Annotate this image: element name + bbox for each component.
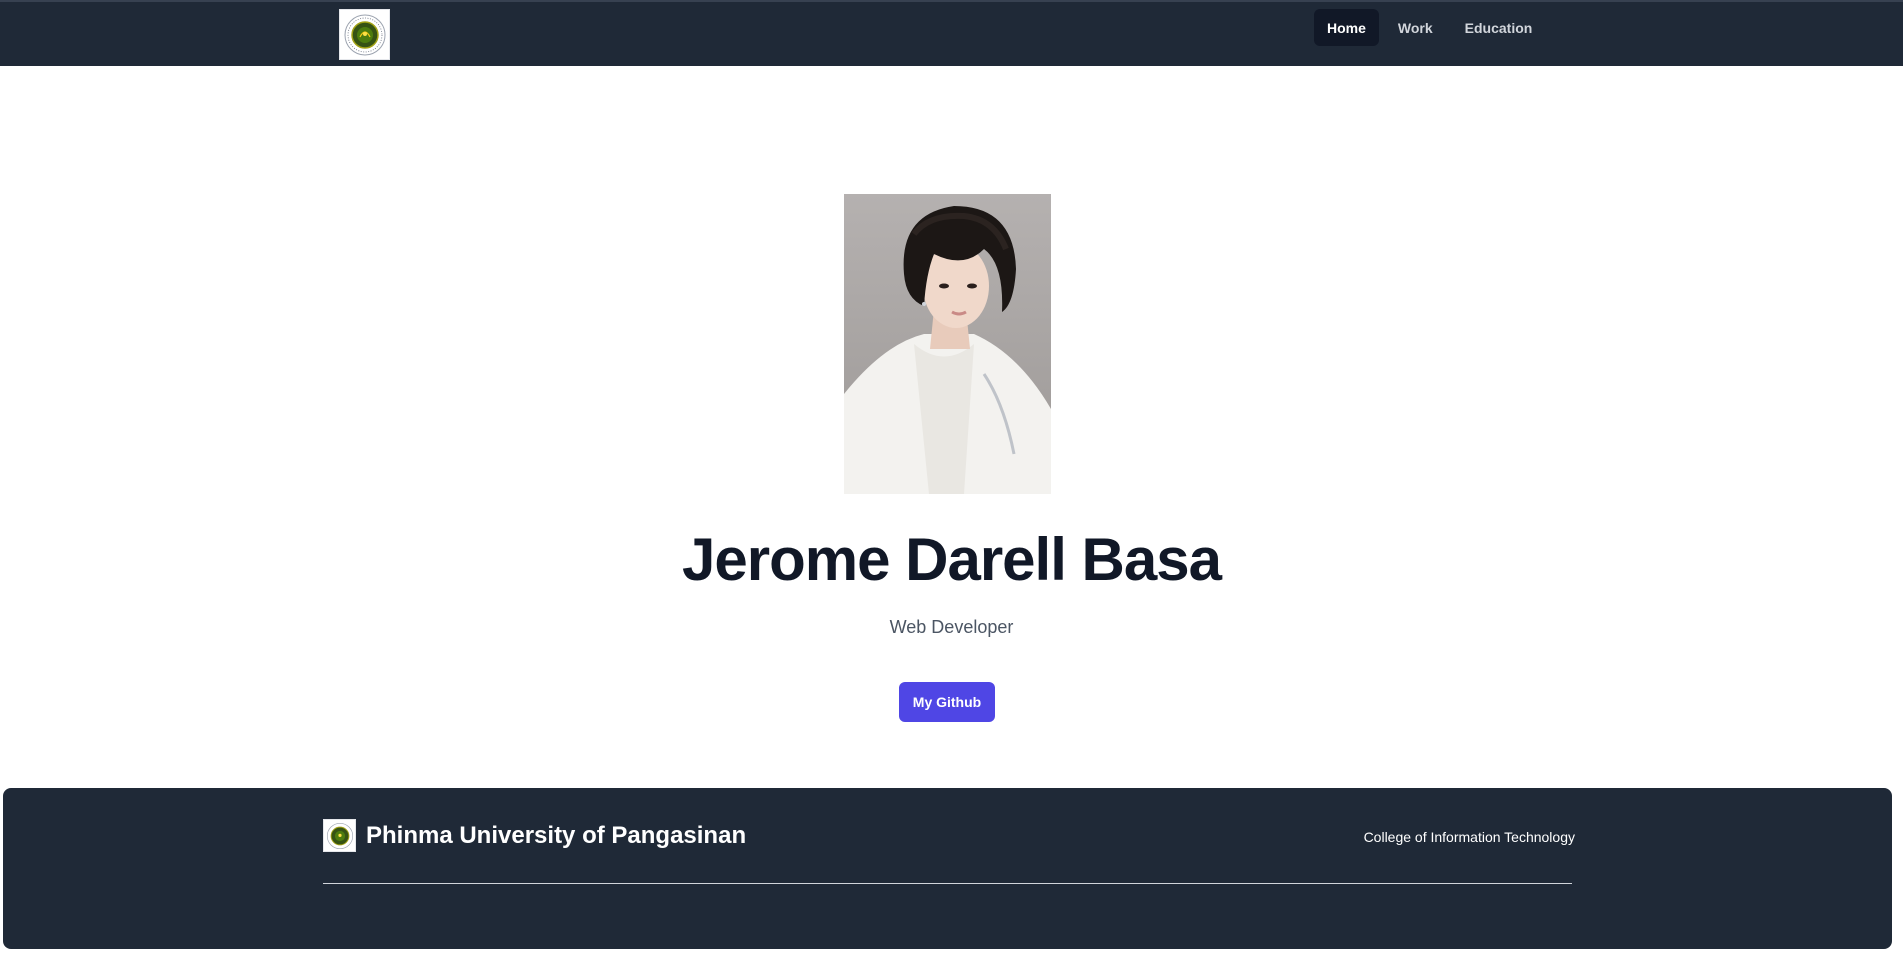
top-navbar: Home Work Education <box>0 0 1903 66</box>
university-seal-icon <box>326 822 353 849</box>
footer-divider <box>323 883 1572 884</box>
page: Home Work Education Jerome Darell Basa W… <box>0 0 1903 959</box>
nav-links: Home Work Education <box>1314 9 1545 46</box>
profile-name: Jerome Darell Basa <box>682 526 1222 593</box>
profile-role: Web Developer <box>889 617 1014 637</box>
university-seal-icon <box>344 14 385 55</box>
nav-logo[interactable] <box>339 9 390 60</box>
footer-logo[interactable] <box>323 819 356 852</box>
footer: Phinma University of Pangasinan College … <box>3 788 1892 949</box>
profile-photo <box>844 194 1051 494</box>
footer-college: College of Information Technology <box>1363 829 1575 845</box>
github-button[interactable]: My Github <box>899 682 995 722</box>
nav-link-work[interactable]: Work <box>1385 9 1446 46</box>
footer-title: Phinma University of Pangasinan <box>366 822 747 849</box>
nav-link-home[interactable]: Home <box>1314 9 1379 46</box>
nav-link-education[interactable]: Education <box>1452 9 1546 46</box>
